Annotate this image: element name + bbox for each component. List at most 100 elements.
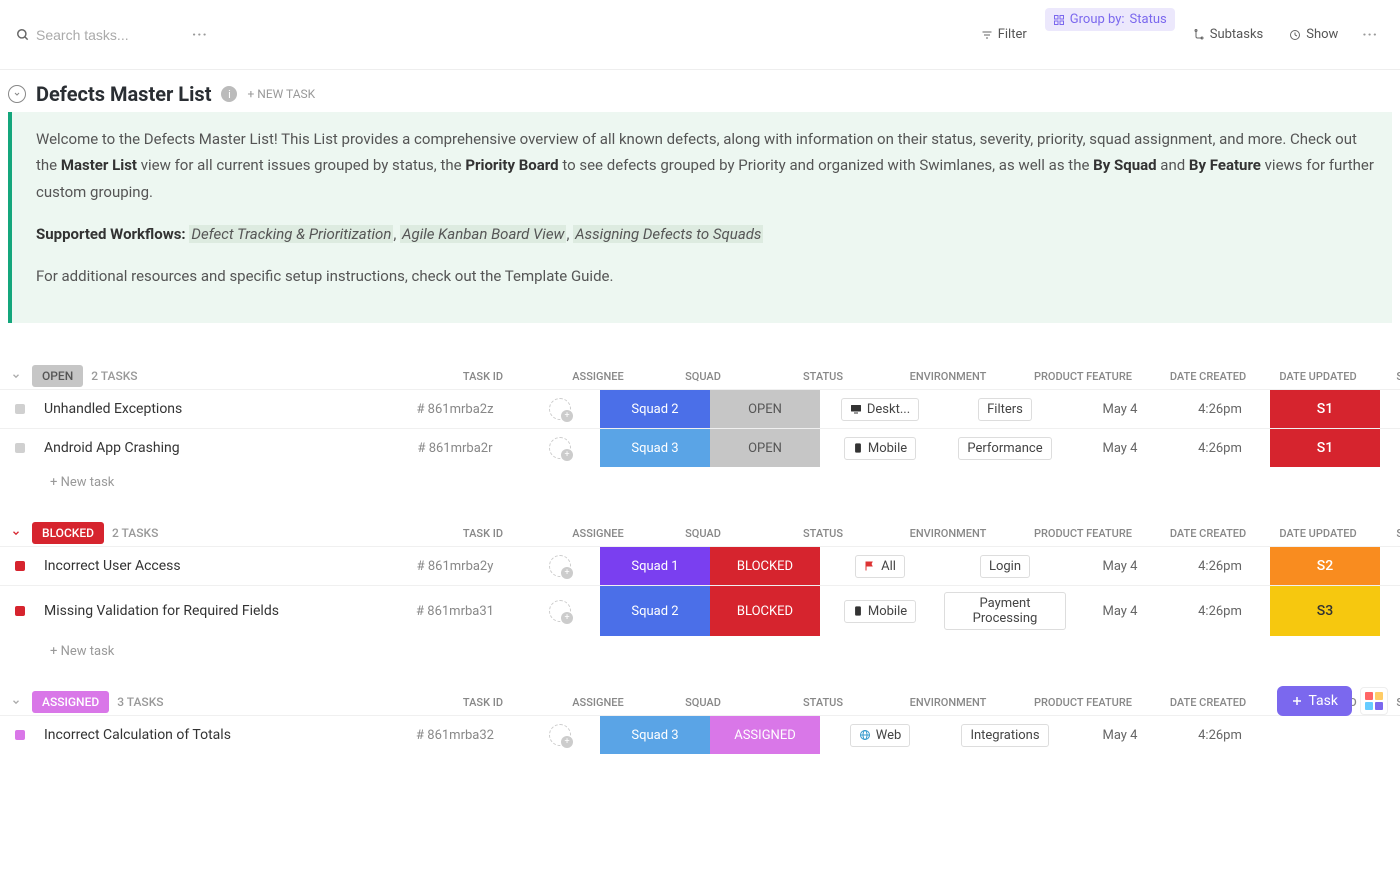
col-severity[interactable]: SEVERITY2 ▲ bbox=[1378, 527, 1400, 540]
col-environment[interactable]: ENVIRONMENT bbox=[888, 527, 1008, 540]
environment-cell[interactable]: Deskt... bbox=[820, 392, 940, 427]
group-label[interactable]: OPEN bbox=[32, 365, 83, 387]
task-name[interactable]: Android App Crashing bbox=[40, 434, 390, 462]
col-environment[interactable]: ENVIRONMENT bbox=[888, 696, 1008, 709]
status-square-icon[interactable] bbox=[0, 555, 40, 577]
show-button[interactable]: Show bbox=[1281, 23, 1346, 46]
col-task-id[interactable]: TASK ID bbox=[418, 527, 548, 540]
status-square-icon[interactable] bbox=[0, 398, 40, 420]
feature-cell[interactable]: Filters bbox=[940, 392, 1070, 427]
subtasks-button[interactable]: Subtasks bbox=[1185, 23, 1272, 46]
workflow-link[interactable]: Assigning Defects to Squads bbox=[573, 225, 763, 243]
workflow-link[interactable]: Defect Tracking & Prioritization bbox=[189, 225, 393, 243]
status-cell[interactable]: OPEN bbox=[710, 390, 820, 428]
col-date-created[interactable]: DATE CREATED bbox=[1158, 370, 1258, 383]
feature-cell[interactable]: Login bbox=[940, 549, 1070, 584]
new-task-fab[interactable]: Task bbox=[1277, 686, 1352, 716]
col-task-id[interactable]: TASK ID bbox=[418, 696, 548, 709]
desc-text: to see defects grouped by Priority and o… bbox=[562, 156, 1093, 174]
squad-cell[interactable]: Squad 1 bbox=[600, 547, 710, 585]
task-row[interactable]: Unhandled Exceptions # 861mrba2z Squad 2… bbox=[0, 389, 1400, 428]
severity-cell[interactable]: S1 bbox=[1270, 390, 1380, 428]
group-label[interactable]: BLOCKED bbox=[32, 522, 104, 544]
col-date-updated[interactable]: DATE UPDATED bbox=[1268, 370, 1368, 383]
col-task-id[interactable]: TASK ID bbox=[418, 370, 548, 383]
col-product-feature[interactable]: PRODUCT FEATURE bbox=[1018, 696, 1148, 709]
severity-cell[interactable] bbox=[1270, 716, 1380, 754]
assignee-button[interactable] bbox=[520, 392, 600, 426]
task-row[interactable]: Missing Validation for Required Fields #… bbox=[0, 585, 1400, 636]
col-squad[interactable]: SQUAD bbox=[648, 696, 758, 709]
col-date-created[interactable]: DATE CREATED bbox=[1158, 696, 1258, 709]
assignee-button[interactable] bbox=[520, 594, 600, 628]
apps-fab[interactable] bbox=[1360, 687, 1388, 715]
severity-cell[interactable]: S1 bbox=[1270, 429, 1380, 467]
show-label: Show bbox=[1306, 27, 1338, 42]
search-wrap[interactable] bbox=[16, 27, 176, 43]
status-square-icon[interactable] bbox=[0, 437, 40, 459]
squad-cell[interactable]: Squad 3 bbox=[600, 429, 710, 467]
new-task-row[interactable]: + New task bbox=[0, 467, 1400, 490]
environment-cell[interactable]: Web bbox=[820, 718, 940, 753]
group-open: OPEN 2 TASKS TASK ID ASSIGNEE SQUAD STAT… bbox=[0, 363, 1400, 490]
chevron-down-icon[interactable] bbox=[8, 85, 26, 103]
col-status[interactable]: STATUS bbox=[768, 696, 878, 709]
status-cell[interactable]: OPEN bbox=[710, 429, 820, 467]
task-name[interactable]: Incorrect Calculation of Totals bbox=[40, 721, 390, 749]
col-product-feature[interactable]: PRODUCT FEATURE bbox=[1018, 370, 1148, 383]
col-status[interactable]: STATUS bbox=[768, 527, 878, 540]
status-square-icon[interactable] bbox=[0, 600, 40, 622]
search-input[interactable] bbox=[36, 27, 176, 43]
col-date-created[interactable]: DATE CREATED bbox=[1158, 527, 1258, 540]
col-status[interactable]: STATUS bbox=[768, 370, 878, 383]
col-severity[interactable]: SEVERITY2 ▲ bbox=[1378, 370, 1400, 383]
plus-icon bbox=[1291, 695, 1303, 707]
desc-bold: Master List bbox=[61, 156, 137, 174]
group-label[interactable]: ASSIGNED bbox=[32, 691, 109, 713]
col-assignee[interactable]: ASSIGNEE bbox=[558, 527, 638, 540]
info-icon[interactable]: i bbox=[221, 86, 237, 102]
environment-cell[interactable]: Mobile bbox=[820, 594, 940, 629]
squad-cell[interactable]: Squad 2 bbox=[600, 586, 710, 636]
group-by-button[interactable]: Group by: Status bbox=[1045, 8, 1175, 31]
new-task-button[interactable]: + NEW TASK bbox=[247, 87, 315, 101]
col-date-updated[interactable]: DATE UPDATED bbox=[1268, 527, 1368, 540]
task-id: # 861mrba2z bbox=[390, 396, 520, 423]
task-name[interactable]: Missing Validation for Required Fields bbox=[40, 597, 390, 625]
col-environment[interactable]: ENVIRONMENT bbox=[888, 370, 1008, 383]
environment-cell[interactable]: Mobile bbox=[820, 431, 940, 466]
col-assignee[interactable]: ASSIGNEE bbox=[558, 370, 638, 383]
feature-cell[interactable]: Integrations bbox=[940, 718, 1070, 753]
severity-cell[interactable]: S2 bbox=[1270, 547, 1380, 585]
toolbar-more-icon[interactable]: ··· bbox=[186, 27, 214, 43]
task-row[interactable]: Incorrect Calculation of Totals # 861mrb… bbox=[0, 715, 1400, 754]
feature-cell[interactable]: Payment Processing bbox=[940, 586, 1070, 636]
col-assignee[interactable]: ASSIGNEE bbox=[558, 696, 638, 709]
status-cell[interactable]: BLOCKED bbox=[710, 586, 820, 636]
col-squad[interactable]: SQUAD bbox=[648, 527, 758, 540]
task-name[interactable]: Unhandled Exceptions bbox=[40, 395, 390, 423]
topbar-more-icon[interactable]: ··· bbox=[1356, 27, 1384, 43]
assignee-button[interactable] bbox=[520, 718, 600, 752]
status-cell[interactable]: BLOCKED bbox=[710, 547, 820, 585]
task-row[interactable]: Android App Crashing # 861mrba2r Squad 3… bbox=[0, 428, 1400, 467]
chevron-down-icon[interactable] bbox=[8, 694, 24, 710]
severity-cell[interactable]: S3 bbox=[1270, 586, 1380, 636]
squad-cell[interactable]: Squad 3 bbox=[600, 716, 710, 754]
task-row[interactable]: Incorrect User Access # 861mrba2y Squad … bbox=[0, 546, 1400, 585]
col-product-feature[interactable]: PRODUCT FEATURE bbox=[1018, 527, 1148, 540]
status-cell[interactable]: ASSIGNED bbox=[710, 716, 820, 754]
page-title: Defects Master List bbox=[36, 82, 211, 106]
chevron-down-icon[interactable] bbox=[8, 525, 24, 541]
assignee-button[interactable] bbox=[520, 431, 600, 465]
environment-cell[interactable]: All bbox=[820, 549, 940, 584]
task-name[interactable]: Incorrect User Access bbox=[40, 552, 390, 580]
new-task-row[interactable]: + New task bbox=[0, 636, 1400, 659]
col-squad[interactable]: SQUAD bbox=[648, 370, 758, 383]
filter-button[interactable]: Filter bbox=[973, 23, 1035, 46]
feature-cell[interactable]: Performance bbox=[940, 431, 1070, 466]
workflow-link[interactable]: Agile Kanban Board View bbox=[400, 225, 566, 243]
squad-cell[interactable]: Squad 2 bbox=[600, 390, 710, 428]
chevron-down-icon[interactable] bbox=[8, 368, 24, 384]
assignee-button[interactable] bbox=[520, 549, 600, 583]
